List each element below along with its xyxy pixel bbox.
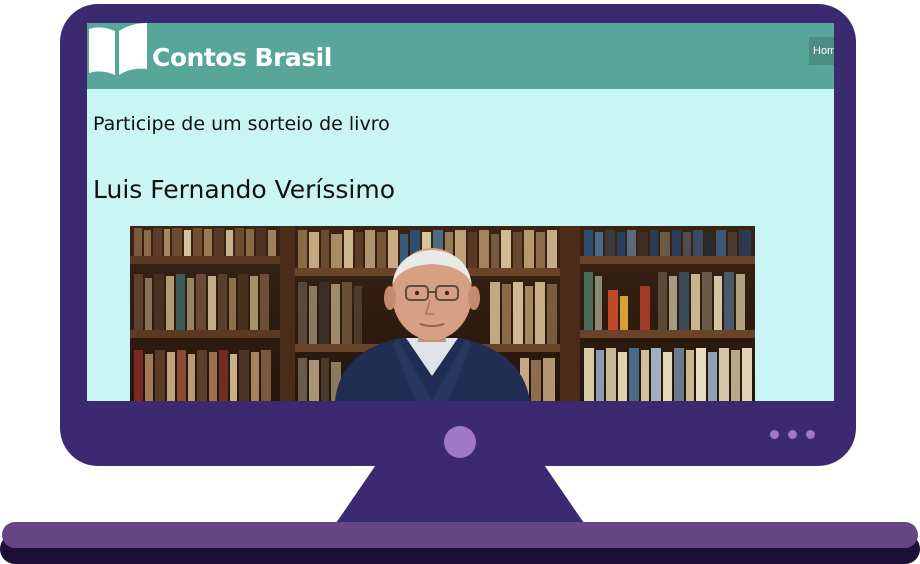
- indicator-dot: [788, 430, 797, 439]
- indicator-dot: [770, 430, 779, 439]
- giveaway-link[interactable]: Participe de um sorteio de livro: [93, 113, 390, 135]
- indicator-dots: [770, 430, 815, 439]
- site-title[interactable]: Contos Brasil: [152, 43, 332, 72]
- site-header: Contos Brasil Home: [87, 23, 834, 89]
- author-name-heading: Luis Fernando Veríssimo: [93, 175, 396, 204]
- power-button[interactable]: [444, 426, 476, 458]
- desktop-monitor-illustration: Contos Brasil Home Participe de um sorte…: [0, 0, 920, 564]
- open-book-icon[interactable]: [87, 23, 149, 79]
- stand-base: [2, 522, 918, 548]
- author-photo: [130, 226, 755, 401]
- nav-home-link[interactable]: Home: [809, 37, 834, 65]
- bookshelf-portrait-image: [130, 226, 755, 401]
- stand-neck: [334, 456, 586, 526]
- stand-base-shadow: [0, 534, 920, 564]
- indicator-dot: [806, 430, 815, 439]
- monitor-screen: Contos Brasil Home Participe de um sorte…: [87, 23, 834, 401]
